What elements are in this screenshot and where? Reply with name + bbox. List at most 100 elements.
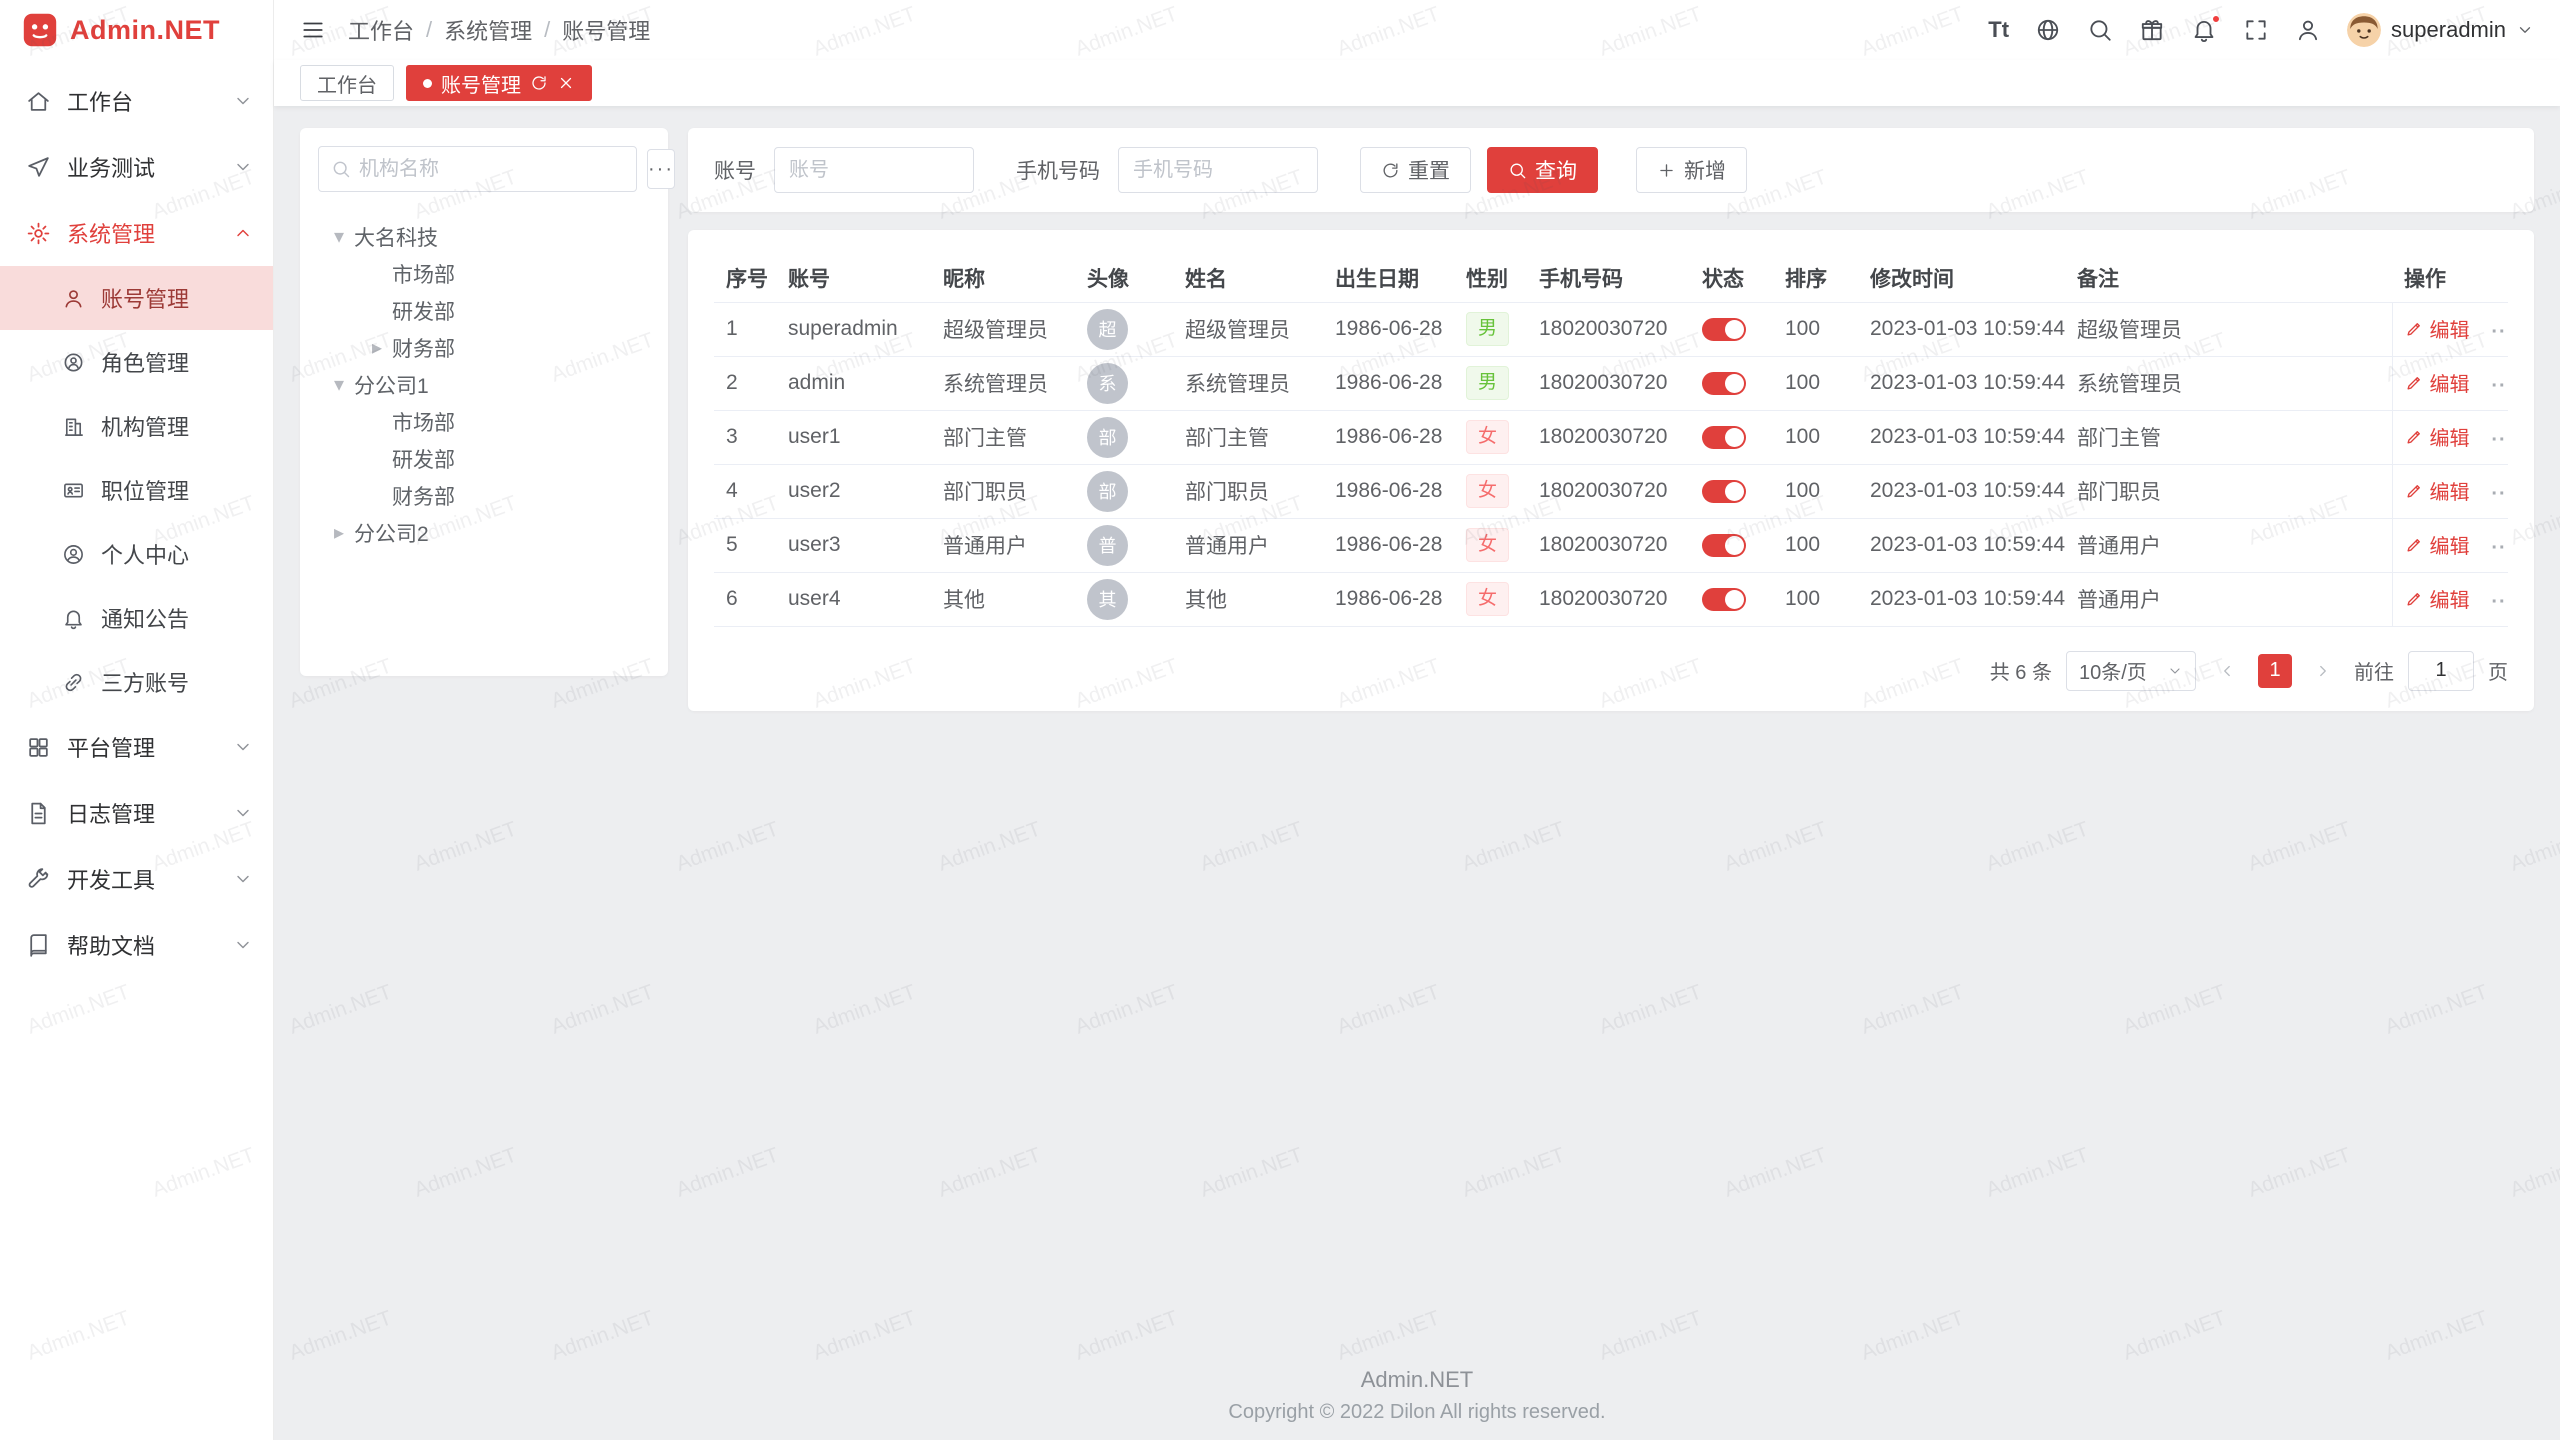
tree-node[interactable]: 市场部 — [318, 403, 650, 440]
home-icon — [26, 89, 51, 114]
sidebar-item-label: 通知公告 — [101, 602, 189, 634]
sidebar-item-account-mgmt[interactable]: 账号管理 — [0, 266, 273, 330]
hamburger-menu-icon[interactable] — [300, 17, 326, 43]
tree-node[interactable]: 财务部 — [318, 477, 650, 514]
query-form: 账号 手机号码 重置 查询 新增 — [688, 128, 2534, 212]
edit-button[interactable]: 编辑 — [2405, 422, 2470, 451]
tree-node[interactable]: 研发部 — [318, 440, 650, 477]
status-toggle[interactable] — [1702, 372, 1746, 395]
breadcrumb-item[interactable]: 工作台 — [348, 14, 414, 46]
sidebar-item-help-docs[interactable]: 帮助文档 — [0, 912, 273, 978]
sidebar-item-third-party-account[interactable]: 三方账号 — [0, 650, 273, 714]
user-icon[interactable] — [2295, 17, 2321, 43]
notification-badge — [2211, 14, 2221, 24]
page-number-active[interactable]: 1 — [2258, 654, 2292, 688]
more-actions-button[interactable]: ··· — [2491, 483, 2508, 505]
edit-button[interactable]: 编辑 — [2405, 584, 2470, 613]
tab-account-mgmt[interactable]: 账号管理 — [406, 65, 592, 101]
more-actions-button[interactable]: ··· — [2491, 375, 2508, 397]
sidebar-item-org-mgmt[interactable]: 机构管理 — [0, 394, 273, 458]
tab-workbench[interactable]: 工作台 — [300, 65, 394, 101]
user-menu[interactable]: superadmin — [2347, 13, 2534, 47]
org-search-input[interactable] — [359, 158, 624, 181]
table-row: 6 user4 其他 其 其他 1986-06-28 女 18020030720 — [714, 572, 2508, 626]
tree-more-button[interactable]: ··· — [647, 149, 675, 189]
tree-node[interactable]: 研发部 — [318, 292, 650, 329]
link-icon — [62, 671, 85, 694]
sidebar-item-notice[interactable]: 通知公告 — [0, 586, 273, 650]
edit-button[interactable]: 编辑 — [2405, 476, 2470, 505]
next-page-button[interactable] — [2306, 654, 2340, 688]
cell-phone: 18020030720 — [1527, 302, 1690, 356]
sidebar-item-workbench[interactable]: 工作台 — [0, 68, 273, 134]
refresh-icon — [1381, 161, 1400, 180]
sidebar-item-position-mgmt[interactable]: 职位管理 — [0, 458, 273, 522]
tree-node[interactable]: 财务部 — [318, 329, 650, 366]
cell-status — [1690, 356, 1773, 410]
edit-button-label: 编辑 — [2430, 584, 2470, 613]
page-size-select[interactable]: 10条/页 — [2066, 651, 2196, 691]
font-size-icon[interactable]: Tt — [1988, 17, 2009, 43]
toggle-knob — [1725, 482, 1744, 501]
fullscreen-icon[interactable] — [2243, 17, 2269, 43]
tree-node-label: 分公司1 — [354, 370, 429, 400]
search-button[interactable]: 查询 — [1487, 147, 1598, 193]
breadcrumb-item[interactable]: 系统管理 — [444, 14, 532, 46]
edit-button[interactable]: 编辑 — [2405, 314, 2470, 343]
cell-index: 3 — [714, 410, 776, 464]
sidebar-item-log[interactable]: 日志管理 — [0, 780, 273, 846]
cell-gender: 女 — [1454, 572, 1527, 626]
cell-status — [1690, 302, 1773, 356]
page-size-value: 10条/页 — [2079, 656, 2147, 685]
edit-button[interactable]: 编辑 — [2405, 530, 2470, 559]
status-toggle[interactable] — [1702, 426, 1746, 449]
cell-status — [1690, 410, 1773, 464]
gift-icon[interactable] — [2139, 17, 2165, 43]
status-toggle[interactable] — [1702, 534, 1746, 557]
cell-name: 系统管理员 — [1173, 356, 1323, 410]
tree-caret-icon[interactable] — [324, 520, 354, 545]
more-actions-button[interactable]: ··· — [2491, 429, 2508, 451]
wrench-icon — [26, 867, 51, 892]
cell-name: 超级管理员 — [1173, 302, 1323, 356]
sidebar-item-dev-tools[interactable]: 开发工具 — [0, 846, 273, 912]
tree-node[interactable]: 分公司1 — [318, 366, 650, 403]
sidebar-item-platform[interactable]: 平台管理 — [0, 714, 273, 780]
account-input[interactable] — [774, 147, 974, 193]
phone-input[interactable] — [1118, 147, 1318, 193]
close-icon[interactable] — [557, 74, 575, 92]
tree-node[interactable]: 分公司2 — [318, 514, 650, 551]
search-icon[interactable] — [2087, 17, 2113, 43]
breadcrumb-separator: / — [426, 17, 432, 43]
plus-icon — [1657, 161, 1676, 180]
tree-caret-icon[interactable] — [324, 224, 354, 249]
refresh-icon[interactable] — [530, 74, 548, 92]
tree-node[interactable]: 大名科技 — [318, 218, 650, 255]
status-toggle[interactable] — [1702, 588, 1746, 611]
more-actions-button[interactable]: ··· — [2491, 537, 2508, 559]
edit-button[interactable]: 编辑 — [2405, 368, 2470, 397]
cell-account: superadmin — [776, 302, 931, 356]
status-toggle[interactable] — [1702, 318, 1746, 341]
sidebar-item-profile-center[interactable]: 个人中心 — [0, 522, 273, 586]
sidebar-item-biz-test[interactable]: 业务测试 — [0, 134, 273, 200]
cell-birthday: 1986-06-28 — [1323, 464, 1454, 518]
tree-caret-icon[interactable] — [362, 335, 392, 360]
sidebar-item-role-mgmt[interactable]: 角色管理 — [0, 330, 273, 394]
reset-button[interactable]: 重置 — [1360, 147, 1471, 193]
app-logo[interactable]: Admin.NET — [0, 0, 273, 60]
tree-caret-icon[interactable] — [324, 372, 354, 397]
status-toggle[interactable] — [1702, 480, 1746, 503]
cell-avatar: 部 — [1075, 410, 1173, 464]
goto-page-input[interactable] — [2408, 651, 2474, 691]
prev-page-button[interactable] — [2210, 654, 2244, 688]
cell-remark: 普通用户 — [2065, 518, 2392, 572]
add-button[interactable]: 新增 — [1636, 147, 1747, 193]
more-actions-button[interactable]: ··· — [2491, 591, 2508, 613]
tree-node-label: 分公司2 — [354, 518, 429, 548]
bell-icon[interactable] — [2191, 17, 2217, 43]
globe-icon[interactable] — [2035, 17, 2061, 43]
sidebar-item-system[interactable]: 系统管理 — [0, 200, 273, 266]
more-actions-button[interactable]: ··· — [2491, 321, 2508, 343]
tree-node[interactable]: 市场部 — [318, 255, 650, 292]
